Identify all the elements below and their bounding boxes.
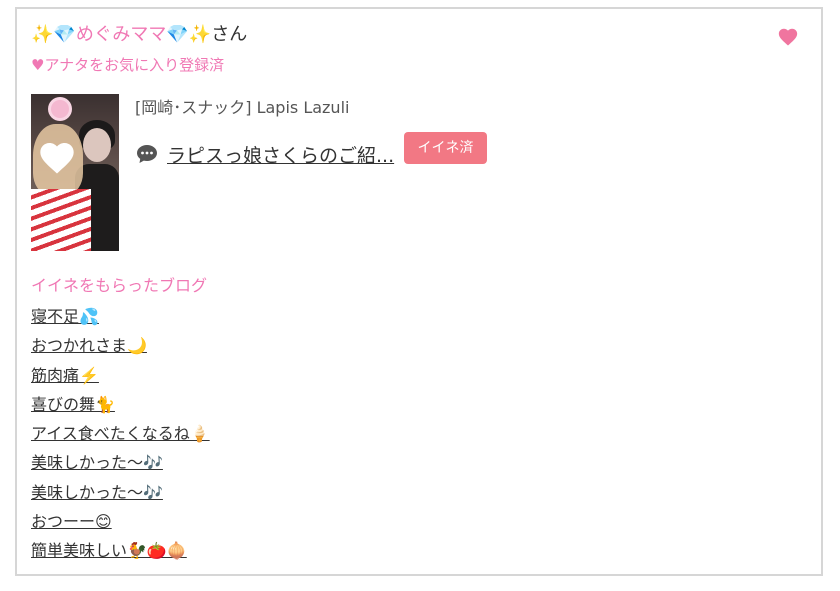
chat-bubble-icon	[137, 145, 157, 163]
liked-blog-link[interactable]: 簡単美味しい🐓🍅🧅	[31, 541, 187, 560]
liked-blog-link[interactable]: おつーー😊	[31, 512, 112, 531]
photo-person-face	[83, 128, 111, 162]
liked-blog-link[interactable]: 喜びの舞🐈	[31, 395, 115, 414]
favorite-status: ♥アナタをお気に入り登録済	[31, 56, 225, 74]
cast-photo[interactable]	[31, 94, 119, 251]
blog-title-link[interactable]: ラピスっ娘さくらのご紹...	[167, 141, 394, 168]
notification-card: ✨💎めぐみママ💎✨さん ♥アナタをお気に入り登録済 [岡崎･スナック] Lapi…	[15, 7, 823, 576]
list-item: 寝不足💦	[31, 305, 210, 334]
list-item: 筋肉痛⚡️	[31, 364, 210, 393]
heart-sticker-icon	[40, 143, 74, 174]
liked-blog-link[interactable]: 美味しかった〜🎶	[31, 483, 163, 502]
liked-blog-link[interactable]: おつかれさま🌙	[31, 336, 147, 355]
list-item: おつーー😊	[31, 510, 210, 539]
blog-link-row[interactable]: ラピスっ娘さくらのご紹...	[135, 139, 394, 169]
shop-label[interactable]: [岡崎･スナック] Lapis Lazuli	[135, 97, 349, 119]
list-item: アイス食べたくなるね🍦	[31, 422, 210, 451]
user-line: ✨💎めぐみママ💎✨さん	[31, 23, 247, 47]
liked-blog-link[interactable]: アイス食べたくなるね🍦	[31, 424, 210, 443]
list-item: 美味しかった〜🎶	[31, 481, 210, 510]
user-suffix: さん	[211, 24, 248, 45]
heart-icon[interactable]	[777, 26, 799, 48]
iine-badge[interactable]: イイネ済	[404, 132, 487, 164]
user-name[interactable]: ✨💎めぐみママ💎✨	[31, 24, 211, 45]
list-item: 喜びの舞🐈	[31, 393, 210, 422]
list-item: 美味しかった〜🎶	[31, 451, 210, 480]
liked-blog-list: 寝不足💦 おつかれさま🌙 筋肉痛⚡️ 喜びの舞🐈 アイス食べたくなるね🍦 美味し…	[31, 305, 210, 569]
liked-blog-link[interactable]: 美味しかった〜🎶	[31, 453, 163, 472]
liked-blog-link[interactable]: 筋肉痛⚡️	[31, 366, 99, 385]
list-item: おつかれさま🌙	[31, 334, 210, 363]
flower-sticker-icon	[51, 100, 69, 118]
list-item: 簡単美味しい🐓🍅🧅	[31, 539, 210, 568]
liked-blog-link[interactable]: 寝不足💦	[31, 307, 99, 326]
liked-blogs-heading: イイネをもらったブログ	[31, 276, 208, 295]
photo-striped-shirt	[31, 189, 91, 251]
